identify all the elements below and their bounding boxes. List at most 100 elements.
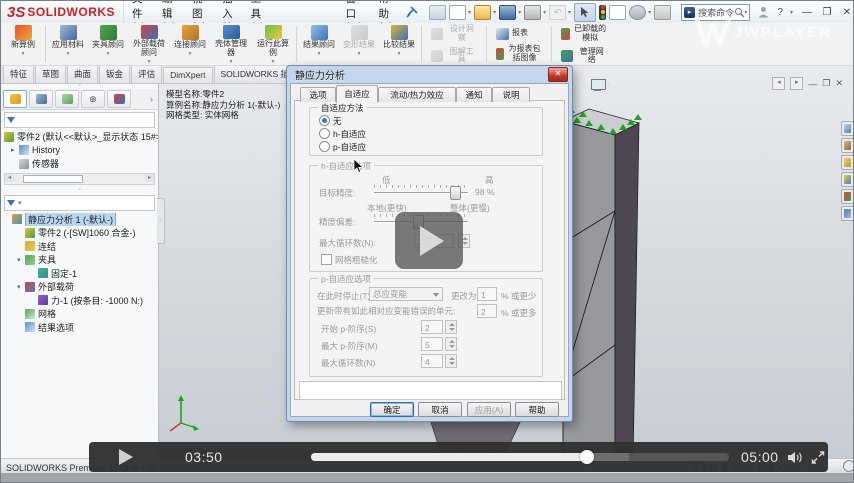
panel-collapse-handle[interactable]: ◦	[157, 198, 165, 244]
toolbar-button-report[interactable]: 报表	[493, 26, 545, 40]
study-tree-item-connections[interactable]: 连结	[1, 240, 158, 254]
study-tree-item-part-material[interactable]: 零件2 (-[SW]1060 合金-)	[1, 226, 158, 240]
doc-minimize-icon[interactable]: —	[808, 79, 817, 89]
help-menu[interactable]: ?	[777, 7, 783, 18]
command-tab-4[interactable]: 评估	[131, 65, 162, 83]
dialog-tab-1[interactable]: 自适应	[336, 85, 378, 103]
radio-0[interactable]	[319, 115, 330, 126]
study-tree-item-force[interactable]: 力-1 (按条目: -1000 N:)	[1, 294, 158, 308]
scroll-right-icon[interactable]: ▸	[145, 174, 154, 182]
dialog-tab-4[interactable]: 说明	[492, 87, 530, 102]
volume-icon[interactable]	[787, 451, 805, 464]
player-progress-bar[interactable]	[311, 453, 729, 461]
radio-label-1[interactable]: h-自适应	[333, 128, 366, 140]
command-tab-5[interactable]: DimXpert	[163, 67, 212, 83]
change-percent-input[interactable]: 1	[477, 287, 497, 301]
toolbar-button-new-study[interactable]: 新算例▼	[3, 23, 43, 65]
toolbar-button-offloaded-simulation[interactable]: 已卸载的模拟	[558, 23, 610, 43]
fm-filter-box[interactable]	[4, 112, 155, 128]
toolbar-button-apply-material[interactable]: 应用材料▼	[48, 23, 88, 65]
dialog-button-0[interactable]: 确定	[370, 402, 414, 417]
fullscreen-icon[interactable]	[811, 451, 825, 464]
update-percent-input[interactable]: 2	[477, 304, 497, 318]
radio-label-0[interactable]: 无	[333, 115, 342, 127]
dialog-tab-0[interactable]: 选项	[300, 87, 336, 102]
toolbar-button-connections-advisor[interactable]: 连接顾问▼	[170, 23, 210, 65]
fm-tabs-overflow-icon[interactable]: ›	[150, 94, 156, 104]
player-progress-knob[interactable]	[580, 450, 594, 464]
player-play-button[interactable]	[119, 449, 133, 465]
toolbar-button-results-advisor[interactable]: 结果顾问▼	[299, 23, 339, 65]
gear-icon[interactable]	[629, 5, 646, 20]
print-icon[interactable]	[524, 5, 541, 20]
save-icon[interactable]	[499, 5, 516, 20]
dialog-button-3[interactable]: 帮助	[515, 402, 559, 417]
toolbar-button-report-image[interactable]: 为报表包括图像	[493, 43, 545, 63]
video-play-overlay[interactable]	[395, 212, 463, 269]
doc-close-icon[interactable]: ✕	[835, 78, 843, 89]
start-p-order-spinner[interactable]	[445, 320, 457, 334]
dialog-title-bar[interactable]: 静应力分析 ✕	[290, 66, 569, 83]
scroll-left-icon[interactable]: ◂	[5, 174, 14, 182]
caret-icon[interactable]: ▾	[17, 256, 25, 264]
scrollbar-thumb[interactable]	[23, 175, 83, 183]
fm-display-icon[interactable]	[29, 90, 53, 108]
dialog-button-1[interactable]: 取消	[418, 402, 462, 417]
heads-up-toolbar[interactable]: · ·	[583, 78, 613, 92]
dialog-tab-2[interactable]: 流动/热力效应	[378, 87, 456, 102]
fm-configuration-icon[interactable]	[55, 90, 79, 108]
p-max-loops-spinner[interactable]	[445, 354, 457, 368]
stop-criterion-combo[interactable]: 总应变能	[369, 287, 443, 301]
traffic-light-icon[interactable]	[599, 5, 606, 20]
home-icon[interactable]	[429, 5, 446, 20]
command-tab-0[interactable]: 特征	[3, 65, 34, 83]
minimize-button[interactable]: —	[801, 7, 813, 18]
expander-icon[interactable]: ▸	[11, 146, 19, 154]
max-p-order-spinner[interactable]	[445, 337, 457, 351]
search-dropdown-caret[interactable]: ▾	[744, 9, 747, 16]
command-tab-1[interactable]: 草图	[35, 65, 66, 83]
caret-icon[interactable]: ▾	[17, 283, 25, 291]
toolbar-button-manage-network[interactable]: 管理网络	[558, 46, 610, 66]
fm-root-row[interactable]: 零件2 (默认<<默认>_显示状态 15#>	[1, 130, 158, 144]
file-explorer-icon[interactable]	[841, 155, 853, 170]
study-tree-item-fixed-geometry[interactable]: 固定-1	[1, 267, 158, 281]
custom-properties-icon[interactable]	[841, 206, 853, 221]
undo-icon[interactable]: ↶	[549, 5, 566, 20]
radio-1[interactable]	[319, 128, 330, 139]
radio-label-2[interactable]: p-自适应	[333, 141, 366, 153]
dialog-tab-3[interactable]: 通知	[456, 87, 492, 102]
open-document-icon[interactable]	[474, 5, 491, 20]
pin-icon[interactable]	[405, 5, 419, 19]
restore-button[interactable]: ❐	[821, 7, 833, 18]
previous-window-icon[interactable]: ◂	[772, 77, 785, 90]
target-accuracy-slider[interactable]	[450, 186, 461, 200]
command-tab-2[interactable]: 曲面	[67, 65, 98, 83]
study-tree-item-mesh[interactable]: 网格	[1, 307, 158, 321]
toolbar-button-fixtures-advisor[interactable]: 夹具顾问▼	[88, 23, 128, 65]
close-button[interactable]: ✕	[841, 7, 853, 18]
fm-tree-item[interactable]: ▸History	[1, 144, 158, 158]
max-p-order-input[interactable]: 5	[421, 337, 443, 351]
toolbar-button-external-loads-advisor[interactable]: 外部载荷顾问▼	[128, 23, 170, 65]
fm-dimxpert-icon[interactable]: ⊕	[81, 90, 105, 108]
next-window-icon[interactable]: ▸	[790, 77, 803, 90]
fm-part-icon[interactable]	[3, 90, 27, 108]
new-document-icon[interactable]	[449, 5, 466, 20]
fm-tree-item[interactable]: 传感器	[1, 157, 158, 171]
panel-splitter-2[interactable]: ◦	[1, 187, 158, 193]
toolbar-button-run-study[interactable]: 运行此算例▼	[252, 23, 294, 65]
command-tab-3[interactable]: 钣金	[99, 65, 130, 83]
appearances-icon[interactable]	[841, 189, 853, 204]
study-filter-box[interactable]: ▾	[4, 195, 155, 211]
p-max-loops-input[interactable]: 4	[421, 354, 443, 368]
study-tree-item-fixtures[interactable]: ▾夹具	[1, 253, 158, 267]
study-tree-item-external-loads[interactable]: ▾外部载荷	[1, 280, 158, 294]
toolbar-button-compare-results[interactable]: 比较结果▼	[379, 23, 419, 65]
fm-horizontal-scrollbar[interactable]: ◂ ▸	[4, 173, 155, 185]
dialog-close-icon[interactable]: ✕	[548, 67, 568, 82]
fm-appearance-icon[interactable]	[107, 90, 131, 108]
radio-2[interactable]	[319, 141, 330, 152]
study-tree-item-result-options[interactable]: 结果选项	[1, 321, 158, 335]
toolbar-button-shell-manager[interactable]: 壳体管理器▼	[210, 23, 252, 65]
